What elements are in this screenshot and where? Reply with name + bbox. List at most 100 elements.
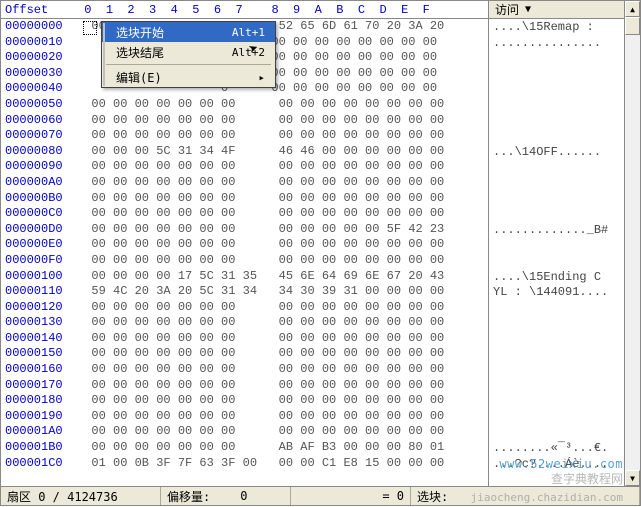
vertical-scrollbar[interactable]: ▲ ▼	[624, 1, 640, 486]
ascii-row[interactable]	[493, 254, 640, 270]
ascii-body[interactable]: ....\15Remap :............... ...\14OFF.…	[489, 19, 640, 486]
hex-bytes[interactable]: 00 00 00 00 00 00 00 00 00 00 00 00 00 0…	[77, 424, 451, 440]
ascii-row[interactable]: ...............	[493, 36, 640, 52]
hex-row[interactable]: 00000160 00 00 00 00 00 00 00 00 00 00 0…	[5, 362, 488, 378]
hex-row[interactable]: 000001C0 01 00 0B 3F 7F 63 3F 00 00 00 C…	[5, 456, 488, 472]
hex-row[interactable]: 00000090 00 00 00 00 00 00 00 00 00 00 0…	[5, 159, 488, 175]
hex-row[interactable]: 000000F0 00 00 00 00 00 00 00 00 00 00 0…	[5, 253, 488, 269]
ascii-row[interactable]	[493, 347, 640, 363]
hex-bytes[interactable]: 00 00 00 00 00 00 00 00 00 00 00 00 00 0…	[77, 331, 451, 347]
hex-row[interactable]: 00000100 00 00 00 00 17 5C 31 35 45 6E 6…	[5, 269, 488, 285]
ascii-row[interactable]: ........«¯³...€.	[493, 441, 640, 457]
hex-row[interactable]: 000000B0 00 00 00 00 00 00 00 00 00 00 0…	[5, 191, 488, 207]
hex-bytes[interactable]: 00 00 00 00 00 00 00 00 00 00 00 00 00 0…	[77, 315, 451, 331]
hex-row[interactable]: 00000110 59 4C 20 3A 20 5C 31 34 34 30 3…	[5, 284, 488, 300]
ascii-row[interactable]	[493, 301, 640, 317]
menu-strip	[103, 23, 105, 86]
ascii-header[interactable]: 访问 ▼	[489, 1, 640, 19]
menu-item-select-start[interactable]: 选块开始 Alt+1	[102, 22, 275, 42]
hex-bytes[interactable]: 00 00 00 00 00 00 00 00 00 00 00 00 00 0…	[77, 159, 451, 175]
scroll-down-button[interactable]: ▼	[625, 470, 640, 486]
hex-row[interactable]: 000000E0 00 00 00 00 00 00 00 00 00 00 0…	[5, 237, 488, 253]
hex-bytes[interactable]: 00 00 00 00 00 00 00 00 00 00 00 00 00 0…	[77, 113, 451, 129]
ascii-row[interactable]	[493, 98, 640, 114]
hex-row[interactable]: 000001A0 00 00 00 00 00 00 00 00 00 00 0…	[5, 424, 488, 440]
ascii-row[interactable]	[493, 192, 640, 208]
hex-bytes[interactable]: 00 00 00 00 00 00 00 00 00 00 00 00 00 0…	[77, 300, 451, 316]
ascii-row[interactable]	[493, 176, 640, 192]
hex-row[interactable]: 00000150 00 00 00 00 00 00 00 00 00 00 0…	[5, 346, 488, 362]
ascii-row[interactable]	[493, 129, 640, 145]
hex-bytes[interactable]: 00 00 00 00 00 00 00 00 00 00 00 00 00 0…	[77, 253, 451, 269]
context-menu: 选块开始 Alt+1 选块结尾 Alt+2 编辑(E) ▸	[101, 21, 276, 88]
hex-bytes[interactable]: 00 00 00 00 00 00 00 00 00 00 00 00 00 0…	[77, 128, 451, 144]
hex-row[interactable]: 00000070 00 00 00 00 00 00 00 00 00 00 0…	[5, 128, 488, 144]
hex-bytes[interactable]: 00 00 00 00 00 00 00 00 00 00 00 00 00 0…	[77, 362, 451, 378]
ascii-row[interactable]	[493, 394, 640, 410]
scroll-up-button[interactable]: ▲	[625, 1, 640, 17]
hex-bytes[interactable]: 00 00 00 00 00 00 00 00 00 00 00 00 00 0…	[77, 409, 451, 425]
offset-value: 000001A0	[5, 424, 77, 440]
menu-item-edit[interactable]: 编辑(E) ▸	[102, 67, 275, 87]
ascii-row[interactable]: ....\15Remap :	[493, 20, 640, 36]
hex-row[interactable]: 00000190 00 00 00 00 00 00 00 00 00 00 0…	[5, 409, 488, 425]
hex-bytes[interactable]: 59 4C 20 3A 20 5C 31 34 34 30 39 31 00 0…	[77, 284, 451, 300]
hex-row[interactable]: 00000080 00 00 00 5C 31 34 4F 46 46 00 0…	[5, 144, 488, 160]
ascii-row[interactable]	[493, 316, 640, 332]
hex-row[interactable]: 00000130 00 00 00 00 00 00 00 00 00 00 0…	[5, 315, 488, 331]
hex-row[interactable]: 00000060 00 00 00 00 00 00 00 00 00 00 0…	[5, 113, 488, 129]
hex-bytes[interactable]: 00 00 00 00 00 00 00 00 00 00 00 00 00 0…	[77, 175, 451, 191]
menu-item-select-end[interactable]: 选块结尾 Alt+2	[102, 42, 275, 62]
hex-bytes[interactable]: 00 00 00 00 00 00 00 00 00 00 00 00 00 0…	[77, 206, 451, 222]
hex-bytes[interactable]: 01 00 0B 3F 7F 63 3F 00 00 00 C1 E8 15 0…	[77, 456, 451, 472]
ascii-row[interactable]	[493, 332, 640, 348]
ascii-row[interactable]	[493, 238, 640, 254]
ascii-row[interactable]: YL : \144091....	[493, 285, 640, 301]
hex-bytes[interactable]: 00 00 00 00 00 00 00 AB AF B3 00 00 00 8…	[77, 440, 451, 456]
status-eq-value: = 0	[382, 489, 404, 503]
scroll-thumb[interactable]	[625, 17, 640, 35]
main-area: Offset 0 1 2 3 4 5 6 7 8 9 A B C D E F 0…	[0, 0, 641, 487]
hex-row[interactable]: 00000140 00 00 00 00 00 00 00 00 00 00 0…	[5, 331, 488, 347]
ascii-row[interactable]	[493, 425, 640, 441]
menu-separator	[106, 64, 271, 65]
hex-bytes[interactable]: 00 00 00 00 00 00 00 00 00 00 00 00 00 0…	[77, 97, 451, 113]
ascii-row[interactable]	[493, 82, 640, 98]
ascii-row[interactable]	[493, 363, 640, 379]
scroll-track[interactable]	[625, 17, 640, 470]
hex-bytes[interactable]: 00 00 00 5C 31 34 4F 46 46 00 00 00 00 0…	[77, 144, 451, 160]
offset-value: 00000120	[5, 300, 77, 316]
offset-value: 00000000	[5, 19, 77, 35]
status-offset: 偏移量: 0	[161, 487, 291, 505]
offset-value: 000000E0	[5, 237, 77, 253]
hex-row[interactable]: 000001B0 00 00 00 00 00 00 00 AB AF B3 0…	[5, 440, 488, 456]
hex-bytes[interactable]: 00 00 00 00 00 00 00 00 00 00 00 00 5F 4…	[77, 222, 451, 238]
offset-value: 00000110	[5, 284, 77, 300]
hex-bytes[interactable]: 00 00 00 00 00 00 00 00 00 00 00 00 00 0…	[77, 191, 451, 207]
menu-item-shortcut: Alt+1	[232, 26, 265, 39]
ascii-row[interactable]: ....\15Ending C	[493, 270, 640, 286]
offset-value: 00000160	[5, 362, 77, 378]
ascii-row[interactable]: ............._B#	[493, 223, 640, 239]
ascii-row[interactable]	[493, 410, 640, 426]
hex-row[interactable]: 00000120 00 00 00 00 00 00 00 00 00 00 0…	[5, 300, 488, 316]
ascii-row[interactable]: ...\14OFF......	[493, 145, 640, 161]
hex-bytes[interactable]: 00 00 00 00 00 00 00 00 00 00 00 00 00 0…	[77, 346, 451, 362]
hex-row[interactable]: 00000170 00 00 00 00 00 00 00 00 00 00 0…	[5, 378, 488, 394]
hex-bytes[interactable]: 00 00 00 00 00 00 00 00 00 00 00 00 00 0…	[77, 393, 451, 409]
ascii-row[interactable]	[493, 67, 640, 83]
hex-bytes[interactable]: 00 00 00 00 17 5C 31 35 45 6E 64 69 6E 6…	[77, 269, 451, 285]
hex-row[interactable]: 00000050 00 00 00 00 00 00 00 00 00 00 0…	[5, 97, 488, 113]
hex-row[interactable]: 00000180 00 00 00 00 00 00 00 00 00 00 0…	[5, 393, 488, 409]
ascii-row[interactable]	[493, 160, 640, 176]
ascii-row[interactable]	[493, 114, 640, 130]
ascii-row[interactable]	[493, 379, 640, 395]
hex-row[interactable]: 000000C0 00 00 00 00 00 00 00 00 00 00 0…	[5, 206, 488, 222]
hex-bytes[interactable]: 00 00 00 00 00 00 00 00 00 00 00 00 00 0…	[77, 378, 451, 394]
hex-bytes[interactable]: 00 00 00 00 00 00 00 00 00 00 00 00 00 0…	[77, 237, 451, 253]
ascii-row[interactable]	[493, 51, 640, 67]
offset-value: 00000060	[5, 113, 77, 129]
hex-row[interactable]: 000000D0 00 00 00 00 00 00 00 00 00 00 0…	[5, 222, 488, 238]
ascii-row[interactable]	[493, 207, 640, 223]
hex-row[interactable]: 000000A0 00 00 00 00 00 00 00 00 00 00 0…	[5, 175, 488, 191]
